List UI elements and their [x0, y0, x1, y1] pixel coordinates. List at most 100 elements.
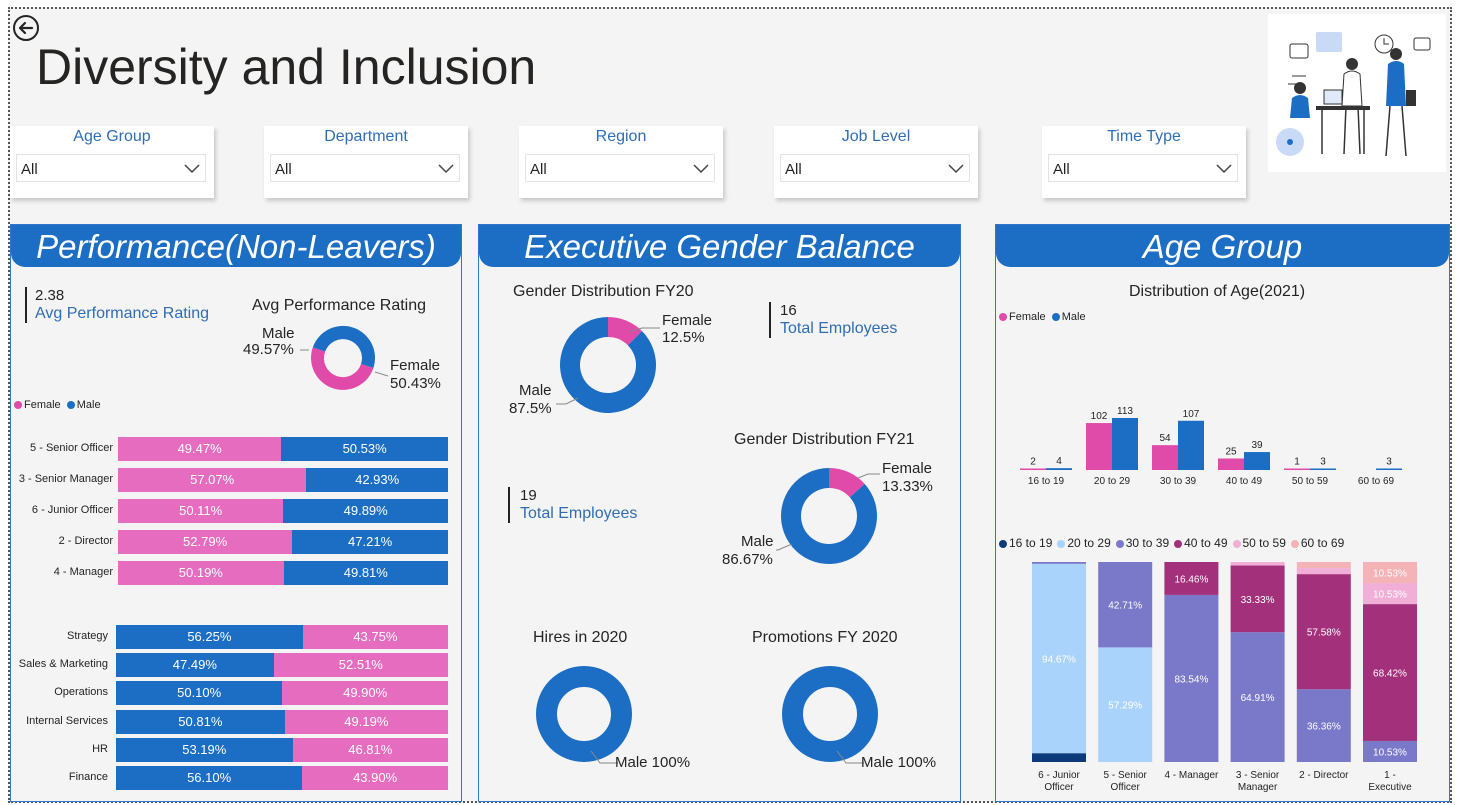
bar-value-label: 39 — [1251, 440, 1263, 451]
segment-value-label: 42.71% — [1108, 601, 1142, 612]
bar-row[interactable]: 53.19% 46.81% — [116, 737, 448, 762]
male-bar[interactable] — [1046, 468, 1072, 470]
executive-header: Executive Gender Balance — [479, 225, 960, 267]
x-tick-label: 30 to 39 — [1160, 476, 1197, 487]
male-segment[interactable]: 49.89% — [283, 499, 448, 523]
female-segment[interactable]: 52.79% — [118, 530, 293, 554]
hires-label: Male 100% — [615, 754, 691, 771]
male-segment[interactable]: 49.81% — [283, 561, 448, 585]
female-segment[interactable]: 43.90% — [302, 766, 448, 790]
dropdown-value: All — [21, 161, 38, 178]
female-bar[interactable] — [1020, 468, 1046, 471]
promotions-title: Promotions FY 2020 — [752, 629, 898, 646]
male-segment[interactable]: 42.93% — [306, 468, 448, 492]
time-type-dropdown[interactable]: All — [1048, 154, 1238, 182]
male-segment[interactable]: 50.81% — [116, 709, 285, 734]
male-bar[interactable] — [1310, 468, 1336, 471]
slicer-job-level: Job Level All — [774, 126, 978, 198]
legend-dot — [1232, 540, 1241, 548]
segment-value-label: 10.53% — [1373, 590, 1407, 601]
female-segment[interactable]: 57.07% — [118, 468, 307, 492]
male-bar[interactable] — [1112, 418, 1138, 470]
male-segment[interactable]: 50.53% — [281, 437, 448, 461]
female-legend-dot — [14, 401, 22, 409]
female-segment[interactable]: 50.11% — [118, 499, 284, 523]
chevron-down-icon — [1216, 164, 1232, 174]
bar-value-label: 54 — [1159, 433, 1171, 444]
bar-row[interactable]: 50.11% 49.89% — [118, 499, 448, 523]
male-segment[interactable]: 47.21% — [292, 530, 448, 554]
female-bar[interactable] — [1218, 458, 1244, 470]
dropdown-value: All — [275, 161, 292, 178]
bar-row[interactable]: 50.10% 49.90% — [116, 681, 448, 706]
bar-row[interactable]: 50.19% 49.81% — [118, 561, 448, 585]
male-segment[interactable]: 53.19% — [116, 737, 293, 762]
female-legend-dot — [999, 313, 1007, 321]
legend-label: 20 to 29 — [1067, 536, 1111, 550]
promotions-label: Male 100% — [861, 754, 937, 771]
perf-male-pct: 49.57% — [243, 341, 294, 358]
legend-label: 16 to 19 — [1009, 536, 1053, 550]
bar-row[interactable]: 56.25% 43.75% — [116, 625, 448, 649]
segment-value-label: 16.46% — [1174, 574, 1208, 585]
fy20-title: Gender Distribution FY20 — [513, 283, 694, 300]
bar-row[interactable]: 52.79% 47.21% — [118, 530, 448, 554]
x-tick-label: 3 - Senior — [1236, 770, 1280, 781]
female-segment[interactable]: 50.19% — [118, 561, 284, 585]
bar-row[interactable]: 47.49% 52.51% — [116, 653, 448, 678]
male-legend-dot — [1051, 313, 1060, 321]
female-segment[interactable]: 46.81% — [292, 737, 448, 762]
x-tick-label: 1 - — [1384, 770, 1396, 781]
fy21-title: Gender Distribution FY21 — [734, 431, 915, 448]
bar-row[interactable]: 57.07% 42.93% — [118, 468, 448, 492]
bar-row[interactable]: 56.10% 43.90% — [116, 766, 448, 790]
female-segment[interactable]: 49.19% — [284, 709, 448, 734]
bar-category-label: 6 - Junior Officer — [31, 504, 113, 516]
fy20-female-label: Female — [662, 312, 713, 329]
department-dropdown[interactable]: All — [270, 154, 460, 182]
stack-segment[interactable] — [1230, 562, 1285, 566]
female-bar[interactable] — [1086, 423, 1112, 470]
female-segment[interactable]: 43.75% — [302, 625, 448, 649]
female-segment[interactable]: 49.47% — [118, 437, 282, 461]
fy20-male-label: Male — [519, 382, 552, 399]
x-tick-label: 16 to 19 — [1028, 476, 1065, 487]
region-dropdown[interactable]: All — [525, 154, 715, 182]
female-bar[interactable] — [1152, 445, 1178, 470]
stack-segment[interactable] — [1032, 562, 1086, 564]
stack-segment[interactable] — [1296, 562, 1351, 569]
male-segment[interactable]: 50.10% — [116, 681, 283, 706]
stack-segment[interactable] — [1032, 753, 1086, 762]
age-group-dropdown[interactable]: All — [16, 154, 206, 182]
fy21-male-pct: 86.67% — [722, 551, 773, 568]
male-segment[interactable]: 56.25% — [116, 625, 303, 649]
legend-dot — [999, 540, 1007, 548]
male-legend-dot — [66, 401, 75, 409]
male-bar[interactable] — [1178, 420, 1204, 470]
x-tick-label: 50 to 59 — [1292, 476, 1329, 487]
job-level-dropdown[interactable]: All — [780, 154, 970, 182]
age-group-legend: 16 to 19 20 to 29 30 to 39 40 to 49 50 to 59… — [999, 536, 1344, 550]
bar-row[interactable]: 49.47% 50.53% — [118, 437, 448, 461]
fy21-male-label: Male — [741, 533, 774, 550]
male-segment[interactable]: 47.49% — [116, 653, 274, 678]
male-bar[interactable] — [1376, 468, 1402, 471]
fy20-female-pct: 12.5% — [662, 329, 705, 346]
bar-category-label: 4 - Manager — [53, 566, 113, 578]
age-header: Age Group — [996, 225, 1449, 267]
female-bar[interactable] — [1284, 468, 1310, 471]
segment-value-label: 36.36% — [1307, 722, 1341, 733]
chevron-down-icon — [184, 164, 200, 174]
male-bar[interactable] — [1244, 452, 1270, 470]
female-segment[interactable]: 52.51% — [273, 653, 448, 678]
male-segment[interactable]: 56.10% — [116, 766, 303, 790]
promotions-donut-chart — [782, 666, 878, 762]
male-slice — [536, 666, 632, 762]
stack-segment[interactable] — [1296, 568, 1351, 575]
x-tick-label-line2: Officer — [1111, 782, 1141, 793]
female-segment[interactable]: 49.90% — [282, 681, 448, 706]
x-tick-label: 20 to 29 — [1094, 476, 1131, 487]
x-tick-label: 40 to 49 — [1226, 476, 1263, 487]
bar-value-label: 1 — [1294, 457, 1300, 468]
bar-row[interactable]: 50.81% 49.19% — [116, 709, 448, 734]
